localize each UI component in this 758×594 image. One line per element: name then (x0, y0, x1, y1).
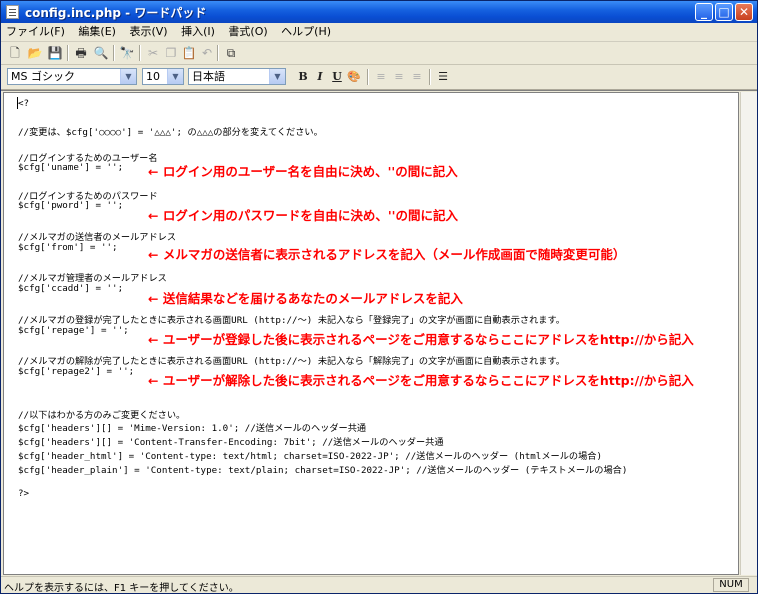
chevron-down-icon[interactable]: ▼ (269, 69, 285, 84)
code-line: ?> (18, 488, 30, 499)
code-line: //メルマガ管理者のメールアドレス (18, 273, 167, 284)
window-title: config.inc.php - ワードパッド (25, 6, 207, 20)
code-line: $cfg['headers'][] = 'Content-Transfer-En… (18, 437, 444, 448)
toolbar-divider (1, 90, 757, 91)
annotation-note: ← ログイン用のユーザー名を自由に決め、''の間に記入 (148, 164, 458, 179)
underline-button[interactable]: U (329, 69, 345, 85)
wordpad-window: config.inc.php - ワードパッド _ □ ✕ ファイル(F) 編集… (0, 0, 758, 594)
new-icon[interactable]: 🗋 (7, 45, 23, 61)
menu-format[interactable]: 書式(O) (223, 23, 272, 41)
chevron-down-icon[interactable]: ▼ (167, 69, 183, 84)
menu-view[interactable]: 表示(V) (124, 23, 172, 41)
find-icon[interactable]: 🔭 (119, 45, 135, 61)
code-line: //以下はわかる方のみご変更ください。 (18, 410, 186, 421)
font-size-value: 10 (146, 70, 160, 83)
insert-object-icon[interactable]: ⧉ (223, 45, 239, 61)
save-icon[interactable]: 💾 (47, 45, 63, 61)
color-icon[interactable]: 🎨 (346, 69, 362, 85)
standard-toolbar: 🗋 📂 💾 🖶 🔍 🔭 ✂ ❐ 📋 ↶ ⧉ (1, 42, 757, 65)
menu-file[interactable]: ファイル(F) (1, 23, 70, 41)
annotation-note: ← ログイン用のパスワードを自由に決め、''の間に記入 (148, 208, 458, 223)
code-line: $cfg['uname'] = ''; (18, 162, 124, 173)
annotation-note: ← ユーザーが登録した後に表示されるページをご用意するならここにアドレスをhtt… (148, 332, 694, 347)
num-lock-indicator: NUM (713, 578, 749, 592)
menu-insert[interactable]: 挿入(I) (176, 23, 220, 41)
code-line: //メルマガの送信者のメールアドレス (18, 232, 177, 243)
chevron-down-icon[interactable]: ▼ (120, 69, 136, 84)
status-bar: ヘルプを表示するには、F1 キーを押してください。 NUM (1, 576, 757, 594)
code-line: $cfg['header_plain'] = 'Content-type: te… (18, 465, 628, 476)
format-toolbar: MS ゴシック ▼ 10 ▼ 日本語 ▼ B I U 🎨 ≡ ≡ ≡ ☰ (1, 65, 757, 90)
cut-icon[interactable]: ✂ (145, 45, 161, 61)
open-icon[interactable]: 📂 (27, 45, 43, 61)
code-line: //変更は、$cfg['○○○○'] = '△△△'; の△△△の部分を変えてく… (18, 127, 323, 138)
paste-icon[interactable]: 📋 (181, 45, 197, 61)
script-select[interactable]: 日本語 ▼ (188, 68, 286, 85)
menu-edit[interactable]: 編集(E) (73, 23, 121, 41)
undo-icon[interactable]: ↶ (199, 45, 215, 61)
annotation-note: ← 送信結果などを届けるあなたのメールアドレスを記入 (148, 291, 463, 306)
align-center-icon[interactable]: ≡ (391, 69, 407, 85)
close-icon[interactable]: ✕ (735, 3, 753, 21)
font-size-select[interactable]: 10 ▼ (142, 68, 184, 85)
menu-bar: ファイル(F) 編集(E) 表示(V) 挿入(I) 書式(O) ヘルプ(H) (1, 23, 757, 42)
code-line: $cfg['header_html'] = 'Content-type: tex… (18, 451, 602, 462)
code-line: $cfg['headers'][] = 'Mime-Version: 1.0';… (18, 423, 367, 434)
menu-help[interactable]: ヘルプ(H) (276, 23, 336, 41)
bold-button[interactable]: B (295, 69, 311, 85)
maximize-icon[interactable]: □ (715, 3, 733, 21)
print-icon[interactable]: 🖶 (73, 45, 89, 61)
code-line: $cfg['ccadd'] = ''; (18, 283, 124, 294)
code-line: $cfg['repage'] = ''; (18, 325, 129, 336)
wordpad-app-icon[interactable] (6, 5, 19, 19)
font-value: MS ゴシック (11, 70, 75, 83)
code-line: $cfg['pword'] = ''; (18, 200, 124, 211)
code-line: //メルマガの登録が完了したときに表示される画面URL (http://～) 未… (18, 315, 565, 326)
print-preview-icon[interactable]: 🔍 (93, 45, 109, 61)
font-select[interactable]: MS ゴシック ▼ (7, 68, 137, 85)
code-line: $cfg['repage2'] = ''; (18, 366, 135, 377)
copy-icon[interactable]: ❐ (163, 45, 179, 61)
code-line: $cfg['from'] = ''; (18, 242, 118, 253)
italic-button[interactable]: I (312, 69, 328, 85)
vertical-scrollbar[interactable] (740, 92, 757, 575)
align-right-icon[interactable]: ≡ (409, 69, 425, 85)
code-line: <? (18, 98, 30, 109)
annotation-note: ← メルマガの送信者に表示されるアドレスを記入（メール作成画面で随時変更可能） (148, 247, 626, 262)
script-value: 日本語 (192, 70, 225, 83)
minimize-icon[interactable]: _ (695, 3, 713, 21)
bullets-icon[interactable]: ☰ (435, 69, 451, 85)
align-left-icon[interactable]: ≡ (373, 69, 389, 85)
title-bar[interactable]: config.inc.php - ワードパッド _ □ ✕ (1, 1, 757, 23)
annotation-note: ← ユーザーが解除した後に表示されるページをご用意するならここにアドレスをhtt… (148, 373, 694, 388)
status-help-text: ヘルプを表示するには、F1 キーを押してください。 (4, 583, 239, 594)
document-area[interactable]: <? //変更は、$cfg['○○○○'] = '△△△'; の△△△の部分を変… (3, 92, 739, 575)
code-line: //メルマガの解除が完了したときに表示される画面URL (http://～) 未… (18, 356, 565, 367)
